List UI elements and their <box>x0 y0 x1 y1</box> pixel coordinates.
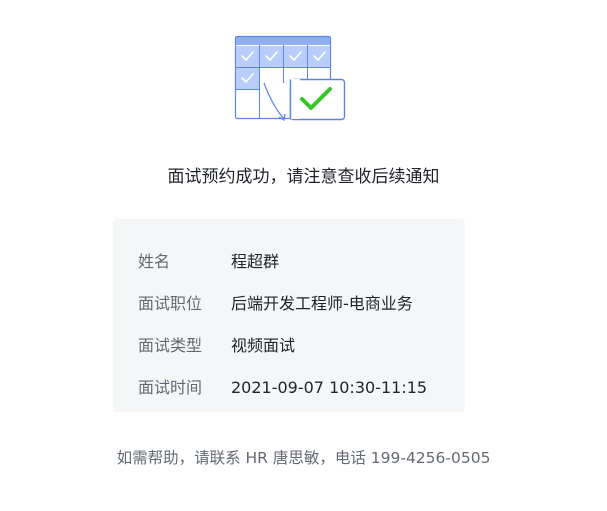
detail-row-name: 姓名 程超群 <box>113 241 465 283</box>
detail-label: 面试时间 <box>138 378 203 397</box>
detail-value: 2021-09-07 10:30-11:15 <box>231 378 428 397</box>
detail-value: 视频面试 <box>231 336 296 355</box>
detail-label: 面试职位 <box>138 294 203 313</box>
success-message: 面试预约成功，请注意查收后续通知 <box>167 167 440 187</box>
detail-value: 后端开发工程师-电商业务 <box>231 294 413 313</box>
detail-label: 面试类型 <box>138 336 203 355</box>
detail-label: 姓名 <box>138 252 171 271</box>
detail-row-type: 面试类型 视频面试 <box>113 325 465 367</box>
help-contact-text: 如需帮助，请联系 HR 唐思敏，电话 199-4256-0505 <box>116 449 491 467</box>
detail-row-position: 面试职位 后端开发工程师-电商业务 <box>113 283 465 325</box>
detail-value: 程超群 <box>231 252 280 271</box>
detail-row-time: 面试时间 2021-09-07 10:30-11:15 <box>113 367 465 409</box>
calendar-check-icon <box>234 35 346 121</box>
interview-details-card: 姓名 程超群 面试职位 后端开发工程师-电商业务 面试类型 视频面试 面试时间 … <box>113 219 465 412</box>
